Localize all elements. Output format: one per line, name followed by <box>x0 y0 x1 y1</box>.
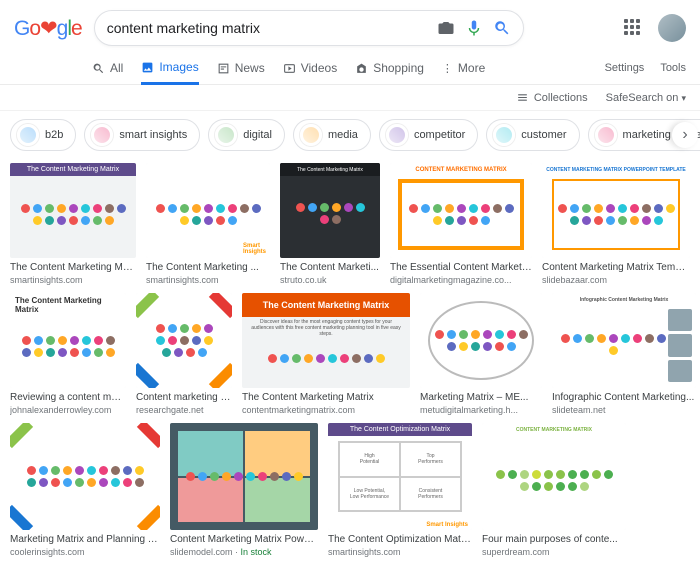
tab-all-label: All <box>110 61 123 75</box>
result-source: smartinsights.com <box>10 275 136 285</box>
settings-link[interactable]: Settings <box>605 62 645 74</box>
result-card[interactable]: CONTENT MARKETING MATRIX Four main purpo… <box>482 423 626 557</box>
result-thumbnail[interactable]: CONTENT MARKETING MATRIX <box>390 163 532 258</box>
result-card[interactable]: Marketing Matrix – ME... metudigitalmark… <box>420 293 542 415</box>
result-source: researchgate.net <box>136 405 232 415</box>
result-thumbnail[interactable] <box>420 293 542 388</box>
collections-link[interactable]: Collections <box>516 91 588 104</box>
result-source: metudigitalmarketing.h... <box>420 405 542 415</box>
result-title: The Content Marketing Matrix | Smar... <box>10 262 136 274</box>
results-row: The Content Marketing Matrix Reviewing a… <box>10 293 690 415</box>
result-title: Content Marketing Matrix Template for ..… <box>542 262 690 274</box>
avatar[interactable] <box>658 14 686 42</box>
search-icon[interactable] <box>493 19 511 37</box>
tab-images[interactable]: Images <box>141 52 198 85</box>
safesearch-toggle[interactable]: SafeSearch on ▾ <box>606 92 686 104</box>
chevron-right-icon: › <box>682 126 687 144</box>
results-row: Marketing Matrix and Planning Template .… <box>10 423 690 557</box>
tab-news-label: News <box>235 61 265 75</box>
chip-media[interactable]: media <box>293 119 371 151</box>
tab-shopping[interactable]: Shopping <box>355 53 424 83</box>
result-card[interactable]: The Content Marketing Matrix The Content… <box>10 163 136 285</box>
result-card[interactable]: Marketing Matrix and Planning Template .… <box>10 423 160 557</box>
result-card[interactable]: The Content Optimization MatrixHighPoten… <box>328 423 472 557</box>
toolbar: Collections SafeSearch on ▾ <box>0 85 700 111</box>
result-title: The Content Optimization Matrix | Smart.… <box>328 534 472 546</box>
result-source: slidebazaar.com <box>542 275 690 285</box>
result-source: superdream.com <box>482 547 626 557</box>
result-title: The Content Marketing ... <box>146 262 270 274</box>
mic-icon[interactable] <box>465 19 483 37</box>
result-title: The Content Marketing Matrix <box>242 392 410 404</box>
result-card[interactable]: The Content Marketing Matrix The Content… <box>280 163 380 285</box>
result-title: Infographic Content Marketing... <box>552 392 696 404</box>
tab-videos-label: Videos <box>301 61 337 75</box>
chip-smart-insights[interactable]: smart insights <box>84 119 200 151</box>
result-thumbnail[interactable]: CONTENT MARKETING MATRIX POWERPOINT TEMP… <box>542 163 690 258</box>
result-card[interactable]: Content marketing m... researchgate.net <box>136 293 232 415</box>
result-source: smartinsights.com <box>146 275 270 285</box>
result-card[interactable]: Infographic Content Marketing Matrix Inf… <box>552 293 696 415</box>
result-source: smartinsights.com <box>328 547 472 557</box>
tab-shopping-label: Shopping <box>373 61 424 75</box>
result-source: struto.co.uk <box>280 275 380 285</box>
result-title: Content marketing m... <box>136 392 232 404</box>
result-title: Marketing Matrix – ME... <box>420 392 542 404</box>
result-thumbnail[interactable]: SmartInsights <box>146 163 270 258</box>
search-box[interactable] <box>94 10 524 46</box>
apps-icon[interactable] <box>624 19 642 37</box>
chip-customer[interactable]: customer <box>486 119 579 151</box>
related-chips: b2b smart insights digital media competi… <box>0 111 700 159</box>
tab-all[interactable]: All <box>92 53 123 83</box>
result-title: Content Marketing Matrix PowerPoint ... <box>170 534 318 546</box>
image-results: The Content Marketing Matrix The Content… <box>0 159 700 569</box>
chips-scroll-right[interactable]: › <box>672 122 698 148</box>
result-card[interactable]: CONTENT MARKETING MATRIX The Essential C… <box>390 163 532 285</box>
tab-images-label: Images <box>159 60 198 74</box>
chip-b2b[interactable]: b2b <box>10 119 76 151</box>
search-tabs: All Images News Videos Shopping ⋮ More S… <box>0 52 700 85</box>
tab-news[interactable]: News <box>217 53 265 83</box>
result-source: slidemodel.com · In stock <box>170 547 318 557</box>
chip-competitor[interactable]: competitor <box>379 119 478 151</box>
result-source: coolerinsights.com <box>10 547 160 557</box>
result-title: Reviewing a content marketin... <box>10 392 126 404</box>
result-thumbnail[interactable]: Infographic Content Marketing Matrix <box>552 293 696 388</box>
result-thumbnail[interactable]: CONTENT MARKETING MATRIX <box>482 423 626 530</box>
result-title: The Essential Content Marketi... <box>390 262 532 274</box>
tab-more-label: More <box>458 61 485 75</box>
chevron-down-icon: ▾ <box>681 93 686 103</box>
result-title: Four main purposes of conte... <box>482 534 626 546</box>
result-card[interactable]: The Content Marketing Matrix Reviewing a… <box>10 293 126 415</box>
result-card[interactable]: The Content Marketing MatrixDiscover ide… <box>242 293 410 415</box>
result-title: Marketing Matrix and Planning Template .… <box>10 534 160 546</box>
result-card[interactable]: Content Marketing Matrix PowerPoint ... … <box>170 423 318 557</box>
tools-link[interactable]: Tools <box>660 62 686 74</box>
result-thumbnail[interactable]: The Content Marketing Matrix <box>280 163 380 258</box>
header: Go❤gle <box>0 0 700 52</box>
result-source: johnalexanderrowley.com <box>10 405 126 415</box>
result-source: contentmarketingmatrix.com <box>242 405 410 415</box>
result-card[interactable]: CONTENT MARKETING MATRIX POWERPOINT TEMP… <box>542 163 690 285</box>
result-thumbnail[interactable] <box>136 293 232 388</box>
result-thumbnail[interactable]: The Content Marketing Matrix <box>10 293 126 388</box>
result-card[interactable]: SmartInsights The Content Marketing ... … <box>146 163 270 285</box>
results-row: The Content Marketing Matrix The Content… <box>10 163 690 285</box>
result-thumbnail[interactable]: The Content Marketing MatrixDiscover ide… <box>242 293 410 388</box>
result-title: The Content Marketi... <box>280 262 380 274</box>
result-source: digitalmarketingmagazine.co... <box>390 275 532 285</box>
search-input[interactable] <box>107 20 427 36</box>
tab-more[interactable]: ⋮ More <box>442 53 485 83</box>
header-right <box>624 14 686 42</box>
camera-icon[interactable] <box>437 19 455 37</box>
result-thumbnail[interactable] <box>170 423 318 530</box>
chip-digital[interactable]: digital <box>208 119 285 151</box>
result-source: slideteam.net <box>552 405 696 415</box>
google-logo[interactable]: Go❤gle <box>14 16 82 41</box>
result-thumbnail[interactable] <box>10 423 160 530</box>
tab-videos[interactable]: Videos <box>283 53 337 83</box>
result-thumbnail[interactable]: The Content Marketing Matrix <box>10 163 136 258</box>
result-thumbnail[interactable]: The Content Optimization MatrixHighPoten… <box>328 423 472 530</box>
